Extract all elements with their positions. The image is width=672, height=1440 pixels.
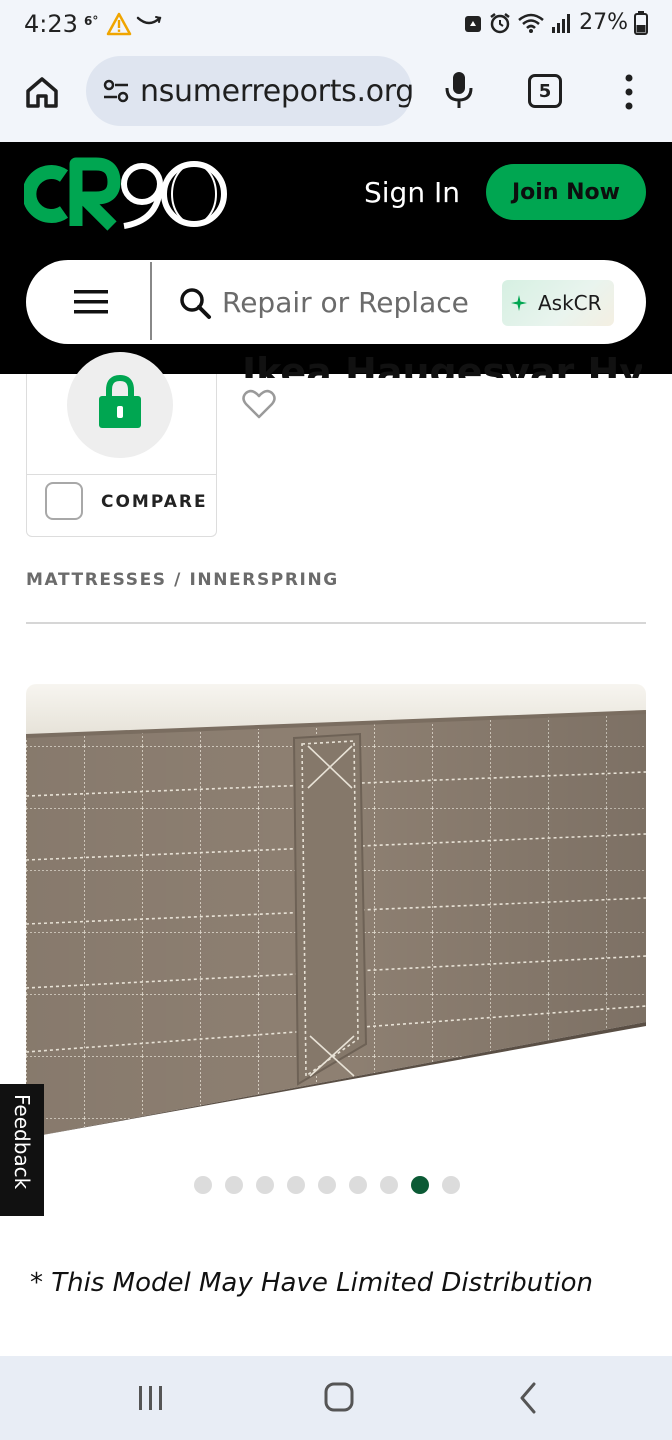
carousel-dot[interactable] <box>225 1176 243 1194</box>
battery-percent: 27% <box>579 10 628 35</box>
status-time: 4:23 <box>24 10 78 38</box>
url-bar[interactable]: nsumerreports.org <box>86 56 412 126</box>
tab-switcher-button[interactable]: 5 <box>528 74 562 108</box>
carousel-dot[interactable] <box>380 1176 398 1194</box>
microphone-icon[interactable] <box>442 70 476 110</box>
join-now-button[interactable]: Join Now <box>486 164 646 220</box>
breadcrumb[interactable]: MATTRESSES / INNERSPRING <box>26 570 339 590</box>
warning-icon <box>106 12 132 36</box>
search-bar: Repair or Replace AskCR <box>26 260 646 344</box>
compare-label[interactable]: COMPARE <box>101 492 208 512</box>
product-title: Ikea Haugesvar Hybrid <box>242 348 642 378</box>
product-image[interactable] <box>26 684 646 1138</box>
home-icon[interactable] <box>24 74 60 110</box>
site-settings-icon[interactable] <box>100 75 132 107</box>
distribution-note: * This Model May Have Limited Distributi… <box>30 1268 594 1298</box>
amazon-icon <box>136 16 162 25</box>
search-input[interactable]: Repair or Replace <box>222 286 469 319</box>
feedback-label: Feedback <box>10 1094 34 1190</box>
url-text[interactable]: nsumerreports.org <box>140 74 412 109</box>
product-card: COMPARE <box>26 352 217 537</box>
search-icon[interactable] <box>178 286 212 320</box>
sign-in-link[interactable]: Sign In <box>364 176 460 209</box>
lock-badge <box>67 352 173 458</box>
recents-icon[interactable] <box>136 1384 166 1412</box>
sparkle-icon <box>511 295 527 311</box>
feedback-tab[interactable]: Feedback <box>0 1084 44 1216</box>
status-temperature: 6° <box>84 14 99 28</box>
carousel-dot[interactable] <box>442 1176 460 1194</box>
wifi-icon <box>518 13 544 33</box>
compare-checkbox[interactable] <box>45 482 83 520</box>
status-icons: 27% <box>463 10 648 35</box>
system-nav-bar <box>0 1356 672 1440</box>
home-nav-icon[interactable] <box>324 1382 354 1412</box>
favorite-heart-icon[interactable] <box>242 388 276 420</box>
more-options-icon[interactable] <box>616 72 642 112</box>
browser-toolbar: nsumerreports.org 5 <box>0 52 672 142</box>
carousel-dot-active[interactable] <box>411 1176 429 1194</box>
section-divider <box>26 622 646 624</box>
search-divider <box>150 262 152 340</box>
signal-icon <box>552 13 571 33</box>
site-header: Sign In Join Now Repair or Replace AskCR <box>0 142 672 374</box>
page: 4:23 6° 27% nsumerreports.org 5 Sign In … <box>0 0 672 1440</box>
alarm-icon <box>490 12 510 33</box>
battery-icon <box>634 10 648 35</box>
image-carousel-dots <box>194 1176 460 1194</box>
carousel-dot[interactable] <box>194 1176 212 1194</box>
askcr-label: AskCR <box>538 291 602 315</box>
askcr-button[interactable]: AskCR <box>502 280 614 326</box>
lock-icon <box>99 374 141 428</box>
carousel-dot[interactable] <box>318 1176 336 1194</box>
cr90-logo[interactable] <box>24 154 228 234</box>
back-icon[interactable] <box>518 1382 538 1414</box>
carousel-dot[interactable] <box>287 1176 305 1194</box>
card-divider <box>27 474 216 475</box>
carousel-dot[interactable] <box>349 1176 367 1194</box>
recycle-icon <box>465 15 482 32</box>
status-bar: 4:23 6° 27% <box>0 0 672 52</box>
carousel-dot[interactable] <box>256 1176 274 1194</box>
menu-icon[interactable] <box>74 290 108 314</box>
mattress-illustration <box>26 684 646 1138</box>
product-title-text: Ikea Haugesvar Hybrid <box>242 350 642 378</box>
